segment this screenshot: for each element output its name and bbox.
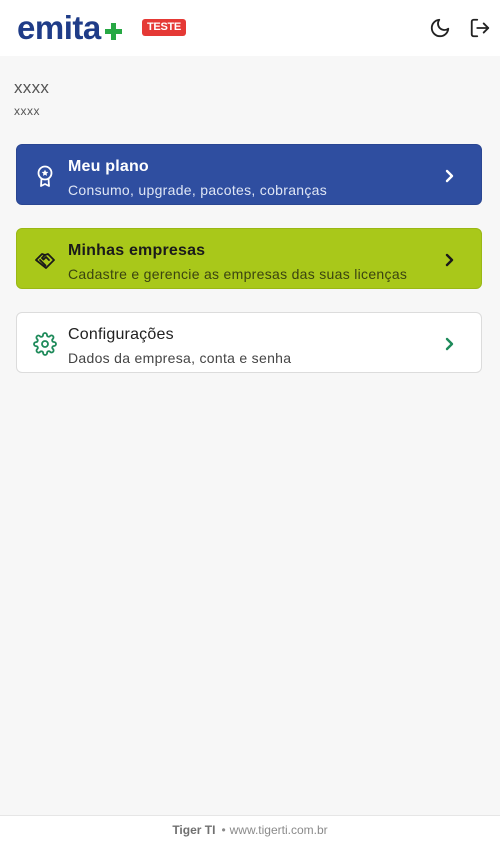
footer-website-link[interactable]: www.tigerti.com.br (230, 823, 328, 837)
user-name: xxxx (14, 78, 50, 97)
menu-card-my-plan[interactable]: Meu plano Consumo, upgrade, pacotes, cob… (16, 144, 482, 205)
footer-company: Tiger TI (172, 823, 216, 837)
menu-card-subtitle: Dados da empresa, conta e senha (68, 350, 292, 366)
menu-card-title: Minhas empresas (68, 242, 206, 259)
chevron-right-icon (445, 169, 454, 183)
menu-card-subtitle: Consumo, upgrade, pacotes, cobranças (68, 182, 328, 198)
app-header: emita TESTE (0, 0, 500, 56)
handshake-icon (35, 253, 55, 269)
environment-badge: TESTE (142, 19, 186, 36)
chevron-right-icon (445, 337, 454, 351)
menu-card-my-companies[interactable]: Minhas empresas Cadastre e gerencie as e… (16, 228, 482, 289)
moon-icon (430, 18, 450, 38)
brand-wordmark: emita (17, 9, 101, 46)
award-icon (37, 165, 53, 187)
menu-card-subtitle: Cadastre e gerencie as empresas das suas… (68, 266, 408, 282)
brand-plus-icon (104, 22, 122, 40)
dark-mode-toggle[interactable] (428, 16, 452, 40)
user-subtitle: xxxx (14, 104, 40, 118)
menu-card-title: Configurações (68, 326, 174, 343)
app-footer: Tiger TI • www.tigerti.com.br (0, 815, 500, 845)
footer-separator: • (221, 823, 226, 837)
logout-icon (470, 18, 490, 38)
logout-button[interactable] (468, 16, 492, 40)
menu-card-settings[interactable]: Configurações Dados da empresa, conta e … (16, 312, 482, 373)
gear-icon (33, 332, 57, 356)
brand-logo[interactable]: emita (17, 9, 122, 46)
chevron-right-icon (445, 253, 454, 267)
menu-card-title: Meu plano (68, 158, 149, 175)
